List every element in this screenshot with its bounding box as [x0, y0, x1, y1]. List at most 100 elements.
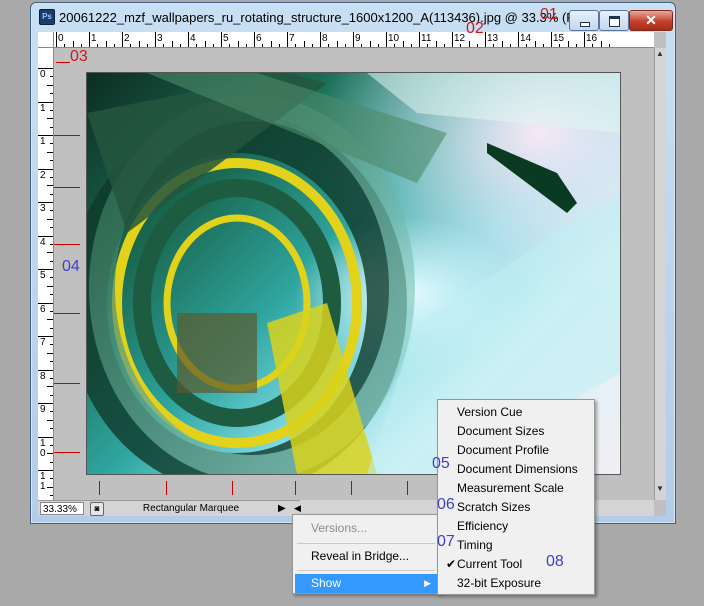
ruler-origin[interactable]	[38, 32, 54, 48]
ruler-tick	[476, 44, 478, 47]
ruler-tick	[38, 336, 53, 337]
ruler-tick	[460, 44, 462, 47]
zoom-field[interactable]: 33.33%	[40, 502, 84, 515]
ruler-tick	[50, 160, 53, 162]
menu-item-measurement-scale[interactable]: Measurement Scale	[440, 479, 592, 498]
ruler-tick	[146, 44, 148, 47]
menu-item-version-cue[interactable]: Version Cue	[440, 403, 592, 422]
annotation-label: 05	[432, 455, 450, 472]
minimize-button[interactable]	[569, 10, 599, 31]
ruler-tick	[80, 44, 82, 47]
menu-item-document-sizes[interactable]: Document Sizes	[440, 422, 592, 441]
ruler-tick	[47, 252, 53, 254]
menu-item-label: Document Dimensions	[457, 462, 578, 476]
menu-item-label: Timing	[457, 538, 493, 552]
ruler-number: 0	[58, 33, 64, 44]
ruler-tick	[50, 143, 53, 145]
ruler-tick	[155, 32, 156, 47]
ruler-tick	[50, 210, 53, 212]
ruler-tick	[38, 403, 53, 404]
ruler-tick	[551, 32, 552, 47]
ruler-tick	[427, 44, 429, 47]
ruler-tick	[72, 41, 74, 47]
ruler-tick	[47, 218, 53, 220]
ruler-tick	[50, 377, 53, 379]
checkmark-icon: ✔	[446, 557, 457, 571]
ruler-tick	[47, 185, 53, 187]
ruler-tick	[50, 411, 53, 413]
status-menu-arrow-button[interactable]: ▶	[278, 502, 286, 515]
ruler-tick	[336, 41, 338, 47]
ruler-tick	[38, 436, 53, 438]
ruler-tick	[204, 41, 206, 47]
close-button[interactable]: ✕	[629, 10, 673, 31]
ruler-tick	[50, 327, 53, 329]
guide-marker	[166, 481, 167, 495]
ruler-tick	[47, 486, 53, 488]
ruler-tick	[575, 44, 577, 47]
menu-item-label: Document Sizes	[457, 424, 545, 438]
ruler-number: 1	[40, 102, 46, 114]
ruler-number: 3	[40, 203, 46, 214]
ruler-tick	[237, 41, 239, 47]
ruler-tick	[50, 428, 53, 430]
guide-marker	[54, 452, 80, 453]
ruler-number: 3	[157, 33, 163, 44]
status-info-icon[interactable]: ◙	[90, 502, 104, 516]
title-bar[interactable]: Ps 20061222_mzf_wallpapers_ru_rotating_s…	[31, 3, 675, 33]
ruler-tick	[452, 32, 453, 47]
menu-item-label: Version Cue	[457, 405, 523, 419]
menu-item-show[interactable]: Show ▶	[295, 574, 437, 593]
menu-item-scratch-sizes[interactable]: Scratch Sizes	[440, 498, 592, 517]
ruler-tick	[50, 344, 53, 346]
ruler-tick	[295, 44, 297, 47]
menu-item-label: Show	[311, 576, 342, 590]
vertical-scrollbar[interactable]: ▲ ▼	[654, 48, 666, 500]
ruler-tick	[47, 285, 53, 287]
ruler-tick	[262, 44, 264, 47]
horizontal-ruler[interactable]: 0 1 2 3 4 5 6 7 8 9 10 11 12 13 14 15 16	[54, 32, 654, 48]
maximize-button[interactable]	[599, 10, 629, 31]
ruler-number: 13	[487, 33, 499, 44]
ruler-tick	[50, 93, 53, 95]
ruler-number: 4	[40, 236, 46, 248]
menu-item-versions[interactable]: Versions...	[295, 519, 437, 538]
guide-marker	[54, 383, 80, 384]
ruler-tick	[50, 260, 53, 262]
status-bar: 33.33% ◙ Rectangular Marquee ▶ ◀	[38, 500, 301, 516]
menu-separator	[297, 543, 435, 544]
ruler-number: 6	[40, 303, 46, 315]
menu-item-efficiency[interactable]: Efficiency	[440, 517, 592, 536]
ruler-number: 10	[388, 33, 400, 44]
ruler-tick	[50, 193, 53, 195]
ruler-number: 11	[421, 33, 432, 44]
menu-item-32-bit-exposure[interactable]: 32-bit Exposure	[440, 574, 592, 593]
ruler-number: 1	[91, 33, 97, 44]
vertical-ruler[interactable]: 0 1 1 2 3 4 5 6 7 8 9 1 0 1 1	[38, 48, 54, 500]
menu-item-current-tool[interactable]: ✔ Current Tool	[440, 555, 592, 574]
guide-marker	[54, 187, 80, 188]
ruler-number: 6	[256, 33, 262, 44]
ruler-tick	[361, 44, 363, 47]
ruler-tick	[518, 32, 519, 47]
ruler-tick	[50, 294, 53, 296]
ruler-tick	[320, 32, 321, 47]
ruler-tick	[229, 44, 231, 47]
ruler-tick	[47, 352, 53, 354]
ruler-tick	[254, 32, 255, 47]
ruler-tick	[509, 44, 511, 47]
menu-item-timing[interactable]: Timing	[440, 536, 592, 555]
menu-item-document-profile[interactable]: Document Profile	[440, 441, 592, 460]
scroll-down-arrow-icon[interactable]: ▼	[656, 484, 664, 493]
ruler-tick	[402, 41, 404, 47]
ruler-tick	[377, 44, 379, 47]
menu-item-label: Scratch Sizes	[457, 500, 531, 514]
ruler-tick	[38, 101, 53, 103]
ruler-tick	[50, 227, 53, 229]
guide-marker	[54, 313, 80, 314]
scroll-up-arrow-icon[interactable]: ▲	[656, 49, 664, 58]
menu-item-document-dimensions[interactable]: Document Dimensions	[440, 460, 592, 479]
menu-item-reveal-in-bridge[interactable]: Reveal in Bridge...	[295, 547, 437, 566]
ruler-tick	[97, 44, 99, 47]
ruler-tick	[419, 32, 420, 47]
